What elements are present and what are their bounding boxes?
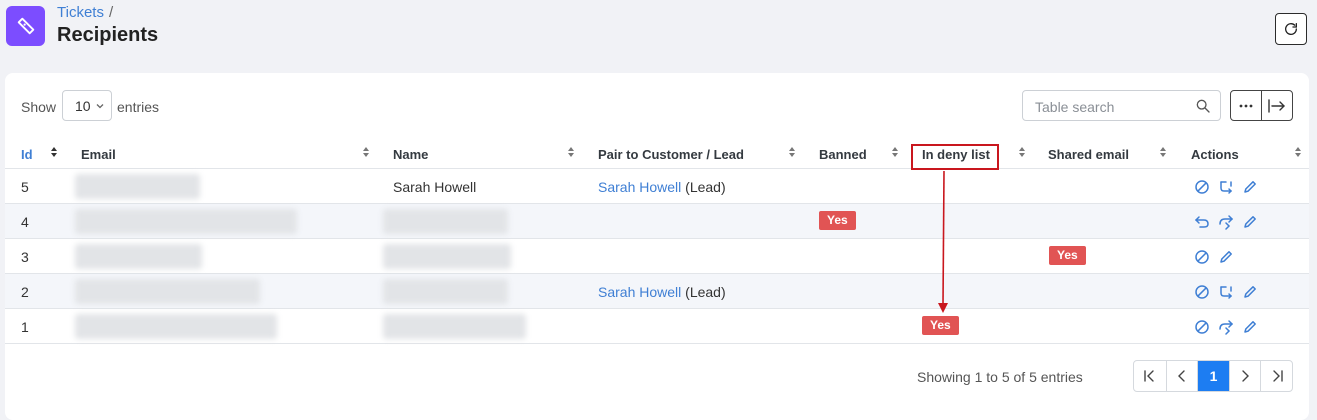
- cell-pair: Sarah Howell (Lead): [598, 284, 726, 300]
- table-row: 4 Yes: [5, 204, 1309, 239]
- cell-pair: Sarah Howell (Lead): [598, 179, 726, 195]
- row-actions: [1193, 178, 1259, 196]
- page-length-select[interactable]: 10: [62, 90, 112, 121]
- sort-icon[interactable]: [1294, 146, 1302, 158]
- ban-icon[interactable]: [1193, 178, 1211, 196]
- redacted-email: [75, 209, 297, 234]
- redacted-name: [383, 244, 511, 269]
- cell-id: 2: [21, 284, 29, 300]
- sort-icon[interactable]: [1018, 146, 1026, 158]
- sort-icon[interactable]: [362, 146, 370, 158]
- ticket-icon: [6, 6, 45, 46]
- redacted-name: [383, 209, 508, 234]
- column-header-banned[interactable]: Banned: [819, 147, 867, 162]
- table-row: 1 Yes: [5, 309, 1309, 344]
- merge-icon[interactable]: [1217, 178, 1235, 196]
- redacted-name: [383, 279, 508, 304]
- row-actions: [1193, 213, 1259, 231]
- cell-id: 1: [21, 319, 29, 335]
- chevron-left-icon: [1177, 370, 1185, 382]
- next-page-button[interactable]: [1228, 361, 1261, 391]
- search-placeholder: Table search: [1035, 99, 1115, 115]
- cell-id: 4: [21, 214, 29, 230]
- edit-icon[interactable]: [1241, 178, 1259, 196]
- row-actions: [1193, 283, 1259, 301]
- column-header-id[interactable]: Id: [21, 147, 33, 162]
- show-label: Show: [21, 99, 57, 115]
- column-header-email[interactable]: Email: [81, 147, 116, 162]
- breadcrumb-tickets-link[interactable]: Tickets: [57, 4, 104, 21]
- cell-id: 3: [21, 249, 29, 265]
- redacted-email: [75, 174, 200, 199]
- table-header-row: Id Email Name Pair to Customer / Lead Ba…: [5, 135, 1309, 169]
- column-header-name[interactable]: Name: [393, 147, 428, 162]
- column-header-actions[interactable]: Actions: [1191, 147, 1239, 162]
- column-header-deny-list[interactable]: In deny list: [922, 147, 990, 162]
- sort-icon[interactable]: [788, 146, 796, 158]
- sort-icon[interactable]: [1159, 146, 1167, 158]
- ban-icon[interactable]: [1193, 248, 1211, 266]
- page-button-current[interactable]: 1: [1197, 361, 1229, 391]
- sort-icon[interactable]: [50, 146, 58, 158]
- arrow-right-to-line-icon: [1268, 98, 1285, 113]
- table-row: 2 Sarah Howell (Lead): [5, 274, 1309, 309]
- breadcrumb-separator: /: [108, 4, 114, 21]
- table-row: 3 Yes: [5, 239, 1309, 274]
- ban-icon[interactable]: [1193, 283, 1211, 301]
- deny-list-badge: Yes: [922, 316, 959, 335]
- first-page-button[interactable]: [1134, 361, 1166, 391]
- pair-type: (Lead): [685, 179, 726, 195]
- table-row: 5 Sarah Howell Sarah Howell (Lead): [5, 169, 1309, 204]
- expand-table-button[interactable]: [1261, 91, 1292, 120]
- sort-icon[interactable]: [891, 146, 899, 158]
- cell-name: Sarah Howell: [393, 179, 477, 195]
- entries-label: entries: [117, 99, 160, 115]
- undo-icon[interactable]: [1193, 213, 1211, 231]
- last-page-icon: [1273, 370, 1283, 382]
- pagination: 1: [1133, 360, 1293, 392]
- banned-badge: Yes: [819, 211, 856, 230]
- page-header: Tickets / Recipients: [0, 0, 1317, 70]
- refresh-icon: [1285, 23, 1297, 35]
- table-search-input[interactable]: Table search: [1022, 90, 1221, 121]
- page-length-value: 10: [75, 98, 91, 114]
- chevron-down-icon: [96, 104, 104, 109]
- row-actions: [1193, 248, 1235, 266]
- redacted-name: [383, 314, 526, 339]
- ban-icon[interactable]: [1193, 318, 1211, 336]
- forward-icon[interactable]: [1217, 318, 1235, 336]
- last-page-button[interactable]: [1260, 361, 1292, 391]
- breadcrumb: Tickets /: [57, 4, 113, 21]
- row-actions: [1193, 318, 1259, 336]
- search-icon[interactable]: [1195, 98, 1211, 114]
- more-icon: [1239, 104, 1253, 107]
- shared-email-badge: Yes: [1049, 246, 1086, 265]
- more-options-button[interactable]: [1231, 91, 1261, 120]
- pair-link[interactable]: Sarah Howell: [598, 284, 681, 300]
- table-tools: [1230, 90, 1293, 121]
- edit-icon[interactable]: [1241, 213, 1259, 231]
- edit-icon[interactable]: [1241, 318, 1259, 336]
- chevron-right-icon: [1242, 370, 1250, 382]
- previous-page-button[interactable]: [1165, 361, 1198, 391]
- pair-link[interactable]: Sarah Howell: [598, 179, 681, 195]
- recipients-table-card: Show 10 entries Table search Id Email Na…: [5, 73, 1309, 420]
- edit-icon[interactable]: [1241, 283, 1259, 301]
- edit-icon[interactable]: [1217, 248, 1235, 266]
- refresh-button[interactable]: [1275, 13, 1307, 45]
- cell-id: 5: [21, 179, 29, 195]
- merge-icon[interactable]: [1217, 283, 1235, 301]
- page-title: Recipients: [57, 24, 159, 46]
- pair-type: (Lead): [685, 284, 726, 300]
- table-info: Showing 1 to 5 of 5 entries: [917, 369, 1083, 385]
- column-header-shared-email[interactable]: Shared email: [1048, 147, 1129, 162]
- first-page-icon: [1144, 370, 1154, 382]
- redacted-email: [75, 314, 277, 339]
- redacted-email: [75, 279, 260, 304]
- sort-icon[interactable]: [567, 146, 575, 158]
- column-header-pair[interactable]: Pair to Customer / Lead: [598, 147, 744, 162]
- redacted-email: [75, 244, 202, 269]
- forward-icon[interactable]: [1217, 213, 1235, 231]
